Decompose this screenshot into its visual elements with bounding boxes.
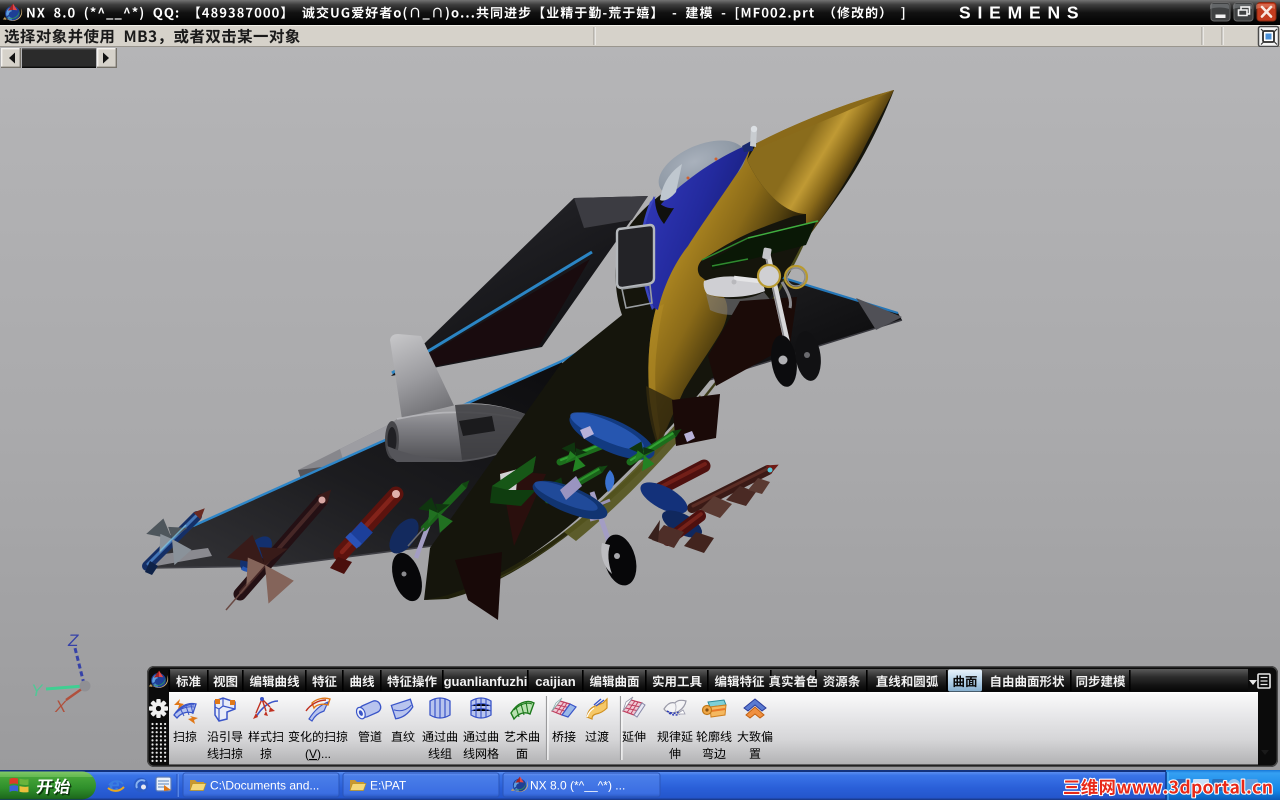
svg-text:X: X xyxy=(54,697,67,716)
svg-text:NX 8.0 (*^__^*) ...: NX 8.0 (*^__^*) ... xyxy=(530,779,625,793)
svg-text:e: e xyxy=(109,775,120,796)
svg-text:SIEMENS: SIEMENS xyxy=(959,3,1085,23)
svg-text:caijian: caijian xyxy=(535,674,576,689)
svg-text:guanlianfuzhi: guanlianfuzhi xyxy=(444,674,528,689)
svg-text:Z: Z xyxy=(67,631,79,650)
svg-text:Y: Y xyxy=(31,681,44,700)
svg-text:C:\Documents and...: C:\Documents and... xyxy=(210,779,319,793)
svg-text:E:\PAT: E:\PAT xyxy=(370,779,407,793)
svg-text:(V)...: (V)... xyxy=(305,747,331,761)
